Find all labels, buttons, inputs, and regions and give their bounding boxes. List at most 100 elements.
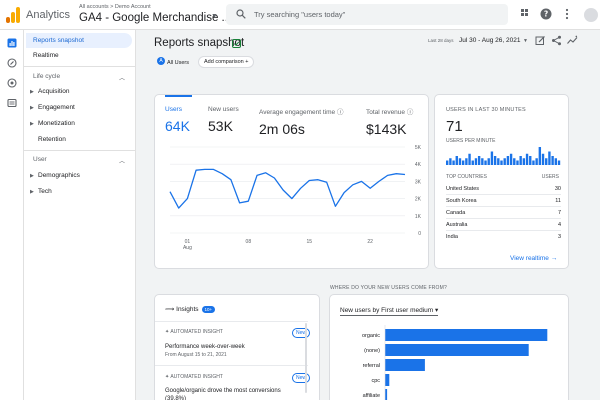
table-row[interactable]: India 3 bbox=[446, 231, 561, 243]
per-minute-bar bbox=[446, 160, 449, 165]
top-bar: Analytics All accounts > Demo Account GA… bbox=[0, 0, 600, 30]
tab-new-users[interactable]: New users 53K bbox=[208, 106, 239, 134]
nav-item-label: Demographics bbox=[38, 172, 80, 179]
per-minute-bar bbox=[557, 160, 561, 165]
users-per-minute-chart[interactable] bbox=[446, 147, 561, 165]
country-users: 7 bbox=[557, 210, 561, 216]
nav-retention[interactable]: Retention bbox=[38, 136, 66, 143]
kpi-label: Total revenue ⓘ bbox=[366, 106, 413, 116]
tab-users[interactable]: Users 64K bbox=[165, 106, 190, 134]
chevron-up-icon[interactable]: ︿ bbox=[119, 156, 125, 165]
help-circle-icon[interactable]: ⓘ bbox=[337, 109, 344, 116]
insight-kind-label: AUTOMATED INSIGHT bbox=[170, 329, 223, 335]
nav-engagement[interactable]: ▶ Engagement bbox=[30, 104, 75, 111]
users-line-chart[interactable]: 5K4K3K2K1K001Aug08 15 22 bbox=[155, 139, 430, 269]
col-header-countries: TOP COUNTRIES bbox=[446, 174, 487, 180]
dimension-dropdown[interactable]: New users by First user medium ▾ bbox=[340, 306, 439, 316]
per-minute-bar bbox=[513, 158, 516, 165]
per-minute-bar bbox=[458, 158, 462, 165]
per-minute-bar bbox=[509, 153, 513, 165]
nav-realtime[interactable]: Realtime bbox=[26, 48, 132, 63]
insights-header[interactable]: ⟿ Insights 10+ bbox=[165, 305, 216, 313]
new-users-bar-chart[interactable]: organic (none) referral cpc affiliate bbox=[330, 325, 568, 400]
kpi-label: New users bbox=[208, 106, 239, 113]
nav-item-label: Engagement bbox=[38, 104, 75, 111]
expand-arrow-icon: ▶ bbox=[30, 173, 34, 179]
per-minute-bar bbox=[449, 158, 452, 165]
per-minute-bar bbox=[497, 158, 500, 165]
bar bbox=[385, 359, 425, 371]
country-name: United States bbox=[446, 186, 480, 192]
property-selector[interactable]: GA4 - Google Merchandise ... bbox=[79, 12, 231, 24]
nav-reports-snapshot[interactable]: Reports snapshot bbox=[26, 33, 132, 48]
insights-trend-icon[interactable] bbox=[567, 35, 578, 46]
list-icon[interactable] bbox=[7, 98, 17, 108]
per-minute-bar bbox=[538, 147, 542, 165]
nav-section-user[interactable]: User bbox=[33, 156, 47, 163]
search-bar[interactable]: Try searching "users today" bbox=[226, 4, 508, 25]
advertising-icon[interactable] bbox=[7, 78, 17, 88]
explore-icon[interactable] bbox=[7, 58, 17, 68]
insight-title[interactable]: Google/organic drove the most conversion… bbox=[165, 387, 290, 400]
view-realtime-label: View realtime bbox=[510, 255, 549, 262]
filter-chip-all-users[interactable]: A All Users bbox=[154, 57, 193, 69]
help-icon[interactable]: ? bbox=[540, 8, 552, 20]
chevron-up-icon[interactable]: ︿ bbox=[119, 73, 125, 82]
edit-icon[interactable] bbox=[535, 35, 546, 46]
new-badge: New bbox=[292, 373, 311, 383]
insights-count-badge: 10+ bbox=[201, 305, 216, 313]
more-vert-icon[interactable] bbox=[561, 8, 573, 20]
search-icon bbox=[236, 9, 246, 19]
chevron-down-icon[interactable]: ▼ bbox=[211, 13, 218, 20]
bar-category-label: affiliate bbox=[363, 393, 380, 399]
sparkle-icon: ✦ bbox=[165, 374, 170, 380]
country-users: 11 bbox=[555, 198, 561, 204]
avatar[interactable] bbox=[584, 8, 598, 22]
plus-icon: + bbox=[245, 59, 249, 65]
kpi-label-text: Total revenue bbox=[366, 109, 406, 116]
per-minute-label: USERS PER MINUTE bbox=[446, 138, 496, 144]
per-minute-bar bbox=[554, 158, 557, 165]
x-tick-label: 08 bbox=[246, 239, 252, 245]
per-minute-bar bbox=[551, 156, 554, 165]
search-input[interactable]: Try searching "users today" bbox=[254, 10, 345, 19]
reports-icon[interactable] bbox=[7, 38, 17, 48]
table-row[interactable]: United States 30 bbox=[446, 183, 561, 195]
app-name[interactable]: Analytics bbox=[26, 9, 70, 21]
insights-trend-icon: ⟿ bbox=[165, 306, 175, 313]
apps-grid-icon[interactable] bbox=[520, 8, 532, 20]
country-name: South Korea bbox=[446, 198, 477, 204]
nav-demographics[interactable]: ▶ Demographics bbox=[30, 172, 80, 179]
share-icon[interactable] bbox=[551, 35, 562, 46]
date-range-picker[interactable]: Jul 30 - Aug 26, 2021 bbox=[459, 37, 520, 44]
bar-category-label: organic bbox=[362, 333, 380, 339]
overview-card: Users 64K New users 53K Average engagement… bbox=[154, 94, 429, 269]
tab-engagement-time[interactable]: Average engagement time ⓘ 2m 06s bbox=[259, 106, 343, 137]
col-header-users: USERS bbox=[541, 174, 559, 180]
table-row[interactable]: Canada 7 bbox=[446, 207, 561, 219]
analytics-logo-icon[interactable] bbox=[6, 7, 20, 23]
nav-monetization[interactable]: ▶ Monetization bbox=[30, 120, 75, 127]
country-users: 30 bbox=[554, 186, 561, 192]
add-comparison-button[interactable]: Add comparison + bbox=[198, 56, 254, 68]
bar bbox=[385, 344, 529, 356]
divider bbox=[155, 321, 308, 322]
help-circle-icon[interactable]: ⓘ bbox=[407, 109, 414, 116]
table-row[interactable]: South Korea 11 bbox=[446, 195, 561, 207]
table-row[interactable]: Australia 4 bbox=[446, 219, 561, 231]
nav-section-lifecycle[interactable]: Life cycle bbox=[33, 73, 60, 80]
per-minute-bar bbox=[455, 156, 458, 165]
breadcrumb[interactable]: All accounts > Demo Account bbox=[79, 4, 151, 10]
insight-date: From August 15 to 21, 2021 bbox=[165, 352, 227, 358]
insight-title[interactable]: Performance week-over-week bbox=[165, 343, 290, 351]
realtime-title: USERS IN LAST 30 MINUTES bbox=[446, 107, 526, 113]
nav-acquisition[interactable]: ▶ Acquisition bbox=[30, 88, 69, 95]
view-realtime-link[interactable]: View realtime → bbox=[510, 255, 557, 262]
scrollbar[interactable] bbox=[305, 323, 307, 393]
x-tick-month-label: Aug bbox=[183, 245, 192, 251]
section-question: WHERE DO YOUR NEW USERS COME FROM? bbox=[330, 285, 447, 291]
tab-total-revenue[interactable]: Total revenue ⓘ $143K bbox=[366, 106, 413, 137]
bar-category-label: (none) bbox=[364, 348, 380, 354]
chevron-down-icon[interactable]: ▼ bbox=[523, 38, 528, 44]
nav-tech[interactable]: ▶ Tech bbox=[30, 188, 52, 195]
